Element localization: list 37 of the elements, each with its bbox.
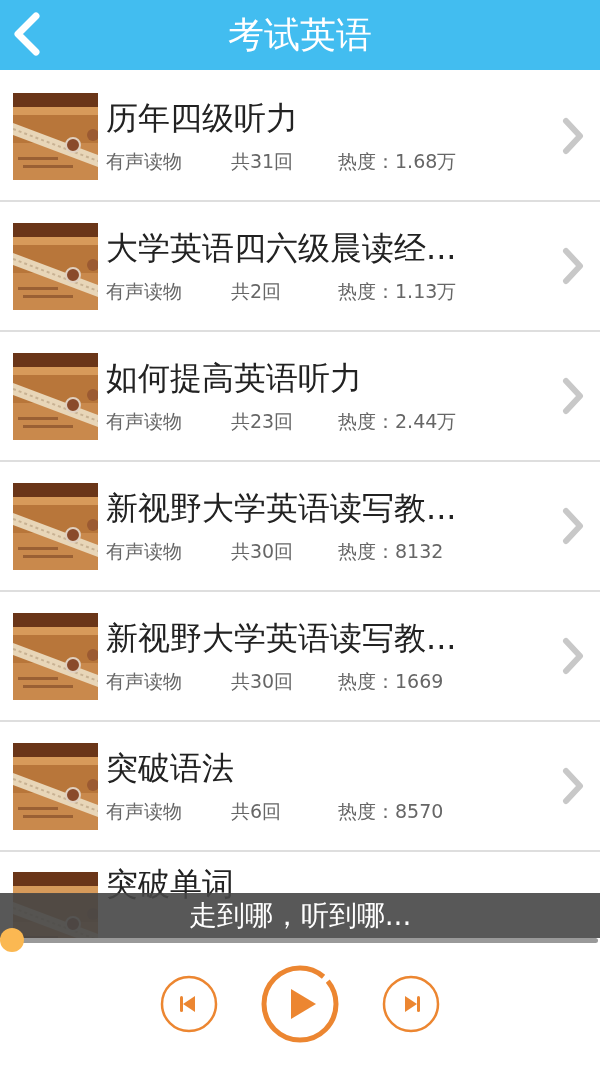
back-icon [12, 12, 42, 56]
episode-count: 共30回 [231, 669, 295, 694]
book-type: 有声读物 [106, 539, 183, 564]
book-type: 有声读物 [106, 409, 183, 434]
caption-toast: 走到哪，听到哪... [0, 893, 600, 938]
skip-previous-icon [160, 975, 218, 1033]
episode-count: 共23回 [231, 409, 295, 434]
book-title: 大学英语四六级晨读经... [106, 228, 457, 269]
chevron-right-icon [562, 247, 584, 285]
book-title: 历年四级听力 [106, 98, 298, 139]
chevron-right-icon [562, 767, 584, 805]
progress-slider[interactable] [0, 928, 598, 952]
page-title: 考试英语 [228, 12, 372, 57]
popularity: 热度：8570 [338, 799, 444, 824]
book-title: 突破语法 [106, 748, 234, 789]
book-type: 有声读物 [106, 279, 183, 304]
book-type: 有声读物 [106, 669, 183, 694]
episode-count: 共31回 [231, 149, 295, 174]
chevron-right-icon [562, 637, 584, 675]
skip-next-icon [382, 975, 440, 1033]
popularity: 热度：1.13万 [338, 279, 457, 304]
book-title: 新视野大学英语读写教... [106, 618, 457, 659]
book-title: 新视野大学英语读写教... [106, 488, 457, 529]
popularity: 热度：1669 [338, 669, 444, 694]
chevron-right-icon [562, 117, 584, 155]
book-title: 如何提高英语听力 [106, 358, 362, 399]
episode-count: 共30回 [231, 539, 295, 564]
popularity: 热度：1.68万 [338, 149, 457, 174]
book-type: 有声读物 [106, 799, 183, 824]
book-type: 有声读物 [106, 149, 183, 174]
play-icon [260, 964, 340, 1044]
popularity: 热度：8132 [338, 539, 444, 564]
episode-count: 共6回 [231, 799, 283, 824]
chevron-right-icon [562, 507, 584, 545]
episode-count: 共2回 [231, 279, 283, 304]
chevron-right-icon [562, 377, 584, 415]
popularity: 热度：2.44万 [338, 409, 457, 434]
